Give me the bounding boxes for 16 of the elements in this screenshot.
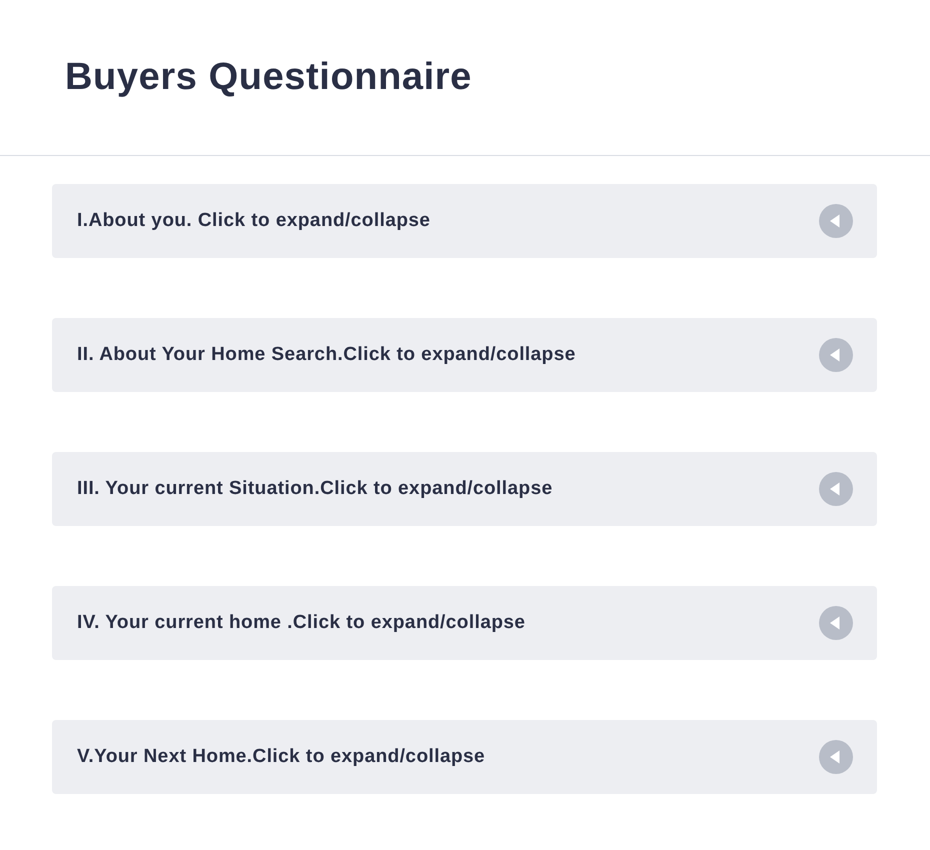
section-header[interactable]: V.Your Next Home.Click to expand/collapse <box>52 720 877 794</box>
section-title: IV. Your current home .Click to expand/collapse <box>77 612 526 634</box>
caret-circle-icon <box>819 204 853 238</box>
section-title: II. About Your Home Search.Click to expand/collapse <box>77 344 576 366</box>
caret-circle-icon <box>819 338 853 372</box>
section-title: I.About you. Click to expand/collapse <box>77 210 430 232</box>
caret-circle-icon <box>819 740 853 774</box>
section-header[interactable]: I.About you. Click to expand/collapse <box>52 184 877 258</box>
caret-circle-icon <box>819 606 853 640</box>
section-header[interactable]: III. Your current Situation.Click to expand/collapse <box>52 452 877 526</box>
section-header[interactable]: II. About Your Home Search.Click to expand/collapse <box>52 318 877 392</box>
section-header[interactable]: IV. Your current home .Click to expand/collapse <box>52 586 877 660</box>
section-title: III. Your current Situation.Click to expand/collapse <box>77 478 553 500</box>
section-title: V.Your Next Home.Click to expand/collapse <box>77 746 486 768</box>
page-title: Buyers Questionnaire <box>65 55 472 100</box>
caret-circle-icon <box>819 472 853 506</box>
